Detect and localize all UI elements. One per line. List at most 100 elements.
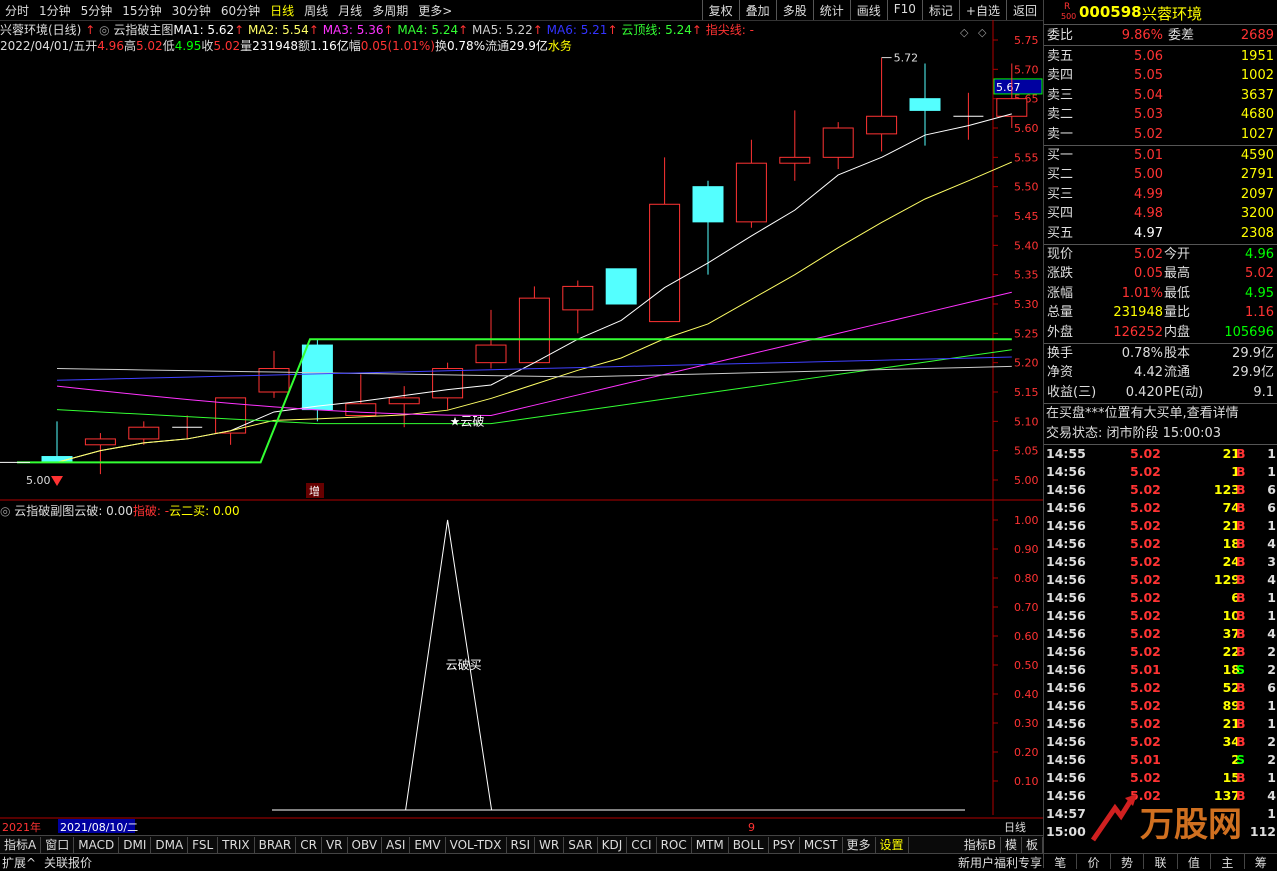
- indicator-tab-3[interactable]: DMI: [119, 836, 152, 853]
- indicator-tab-17[interactable]: KDJ: [598, 836, 628, 853]
- period-tab-0[interactable]: 分时: [0, 2, 34, 19]
- period-tab-6[interactable]: 日线: [265, 2, 299, 19]
- panel-tab-4[interactable]: 值: [1178, 854, 1212, 870]
- new-user-promo[interactable]: 新用户福利专享: [958, 854, 1042, 871]
- candle: [866, 57, 898, 152]
- indicator-tab-14[interactable]: RSI: [507, 836, 536, 853]
- y-tick-label: 5.30: [1014, 298, 1039, 311]
- related-quote-button[interactable]: 关联报价: [44, 854, 92, 871]
- tick-price: 5.02: [1130, 644, 1161, 660]
- tick-price: 5.02: [1130, 464, 1161, 480]
- tool-button-1[interactable]: 叠加: [738, 0, 776, 20]
- tool-button-2[interactable]: 多股: [775, 0, 813, 20]
- indicator-tab-18[interactable]: CCI: [627, 836, 657, 853]
- period-tab-7[interactable]: 周线: [299, 2, 333, 19]
- indicator-tab-24[interactable]: 更多: [843, 836, 876, 853]
- tick-count: 6: [1267, 482, 1276, 498]
- tool-button-3[interactable]: 统计: [812, 0, 850, 20]
- panel-tab-5[interactable]: 主: [1211, 854, 1245, 870]
- kline-chart[interactable]: 5.755.705.655.605.555.505.455.405.355.30…: [0, 20, 1043, 835]
- panel-tab-3[interactable]: 联: [1144, 854, 1178, 870]
- period-tab-4[interactable]: 30分钟: [167, 2, 216, 19]
- sub-y-tick-label: 0.20: [1014, 746, 1039, 759]
- tick-row: 14:56 5.02 129 B 4: [1046, 571, 1276, 589]
- period-tab-1[interactable]: 1分钟: [34, 2, 76, 19]
- period-tab-3[interactable]: 15分钟: [117, 2, 166, 19]
- tick-row: 14:55 5.02 21 B 1: [1046, 445, 1276, 463]
- indicator-tab-19[interactable]: ROC: [657, 836, 692, 853]
- indicator-tab-15[interactable]: WR: [535, 836, 565, 853]
- ask-row: 卖二 5.03 4680: [1044, 105, 1277, 124]
- sub-y-tick-label: 0.70: [1014, 601, 1039, 614]
- tool-button-0[interactable]: 复权: [701, 0, 739, 20]
- ask-volume: 1951: [1240, 49, 1274, 64]
- indicator-tab-25[interactable]: 设置: [876, 836, 909, 853]
- period-tab-2[interactable]: 5分钟: [76, 2, 118, 19]
- panel-tab-1[interactable]: 价: [1077, 854, 1111, 870]
- indicator-tab-20[interactable]: MTM: [692, 836, 729, 853]
- indicator-tab-2[interactable]: MACD: [74, 836, 120, 853]
- tick-row: 14:56 5.01 18 S 2: [1046, 661, 1276, 679]
- tool-button-8[interactable]: 返回: [1005, 0, 1043, 20]
- ask-row: 卖三 5.04 3637: [1044, 86, 1277, 105]
- tool-button-6[interactable]: 标记: [921, 0, 959, 20]
- indicator-tab-11[interactable]: ASI: [382, 836, 411, 853]
- tick-row: 14:56 5.02 10 B 1: [1046, 607, 1276, 625]
- bottom-right-tab-0[interactable]: 指标B: [960, 836, 1001, 853]
- panel-tab-0[interactable]: 笔: [1044, 854, 1078, 870]
- candle: [215, 397, 247, 445]
- panel-tab-6[interactable]: 筹: [1245, 854, 1277, 870]
- stat-label: 涨幅: [1047, 285, 1074, 301]
- indicator-tab-0[interactable]: 指标A: [0, 836, 42, 853]
- indicator-tab-7[interactable]: BRAR: [255, 836, 297, 853]
- stat-label: 内盘: [1164, 324, 1191, 340]
- indicator-tab-6[interactable]: TRIX: [218, 836, 255, 853]
- stat-value: 29.9亿: [1232, 346, 1274, 361]
- tick-side: B: [1236, 716, 1246, 732]
- indicator-tab-16[interactable]: SAR: [564, 836, 598, 853]
- trade-state: 交易状态: 闭市阶段 15:00:03: [1046, 426, 1222, 442]
- indicator-tab-21[interactable]: BOLL: [729, 836, 769, 853]
- indicator-tab-9[interactable]: VR: [322, 836, 348, 853]
- tick-price: 5.02: [1130, 770, 1161, 786]
- candle: [432, 362, 464, 410]
- stat-row: 外盘 126252 内盘 105696: [1044, 323, 1277, 342]
- indicator-tab-10[interactable]: OBV: [348, 836, 383, 853]
- sub-indicator-name[interactable]: 云指破副图: [14, 504, 74, 518]
- trade-state-row: 交易状态: 闭市阶段 15:00:03: [1044, 424, 1277, 443]
- tool-button-7[interactable]: +自选: [958, 0, 1006, 20]
- expand-button[interactable]: 扩展^: [2, 854, 36, 871]
- bid-price: 4.97: [1134, 225, 1163, 241]
- candle: [822, 122, 854, 170]
- settings-circle-icon[interactable]: ◎: [0, 504, 14, 518]
- tick-time: 14:56: [1046, 788, 1086, 804]
- tick-row: 14:56 5.02 37 B 4: [1046, 625, 1276, 643]
- bottom-right-tab-1[interactable]: 模: [1001, 836, 1022, 853]
- sub-y-tick-label: 0.90: [1014, 543, 1039, 556]
- tick-side: B: [1236, 572, 1246, 588]
- tool-button-5[interactable]: F10: [886, 0, 922, 20]
- bid-volume: 2097: [1240, 186, 1274, 202]
- period-tab-10[interactable]: 更多>: [413, 2, 457, 19]
- period-tab-9[interactable]: 多周期: [367, 2, 413, 19]
- indicator-tab-5[interactable]: FSL: [188, 836, 219, 853]
- tick-count: 1: [1267, 518, 1276, 534]
- indicator-tab-8[interactable]: CR: [296, 836, 322, 853]
- stat-value: 1.16: [1245, 305, 1274, 321]
- indicator-tab-12[interactable]: EMV: [410, 836, 446, 853]
- period-tab-8[interactable]: 月线: [333, 2, 367, 19]
- ask-label: 卖五: [1047, 49, 1074, 64]
- panel-tab-2[interactable]: 势: [1111, 854, 1145, 870]
- bottom-right-tab-2[interactable]: 板: [1022, 836, 1043, 853]
- period-tab-5[interactable]: 60分钟: [216, 2, 265, 19]
- tool-button-4[interactable]: 画线: [849, 0, 887, 20]
- sub-y-tick-label: 0.10: [1014, 775, 1039, 788]
- indicator-tab-22[interactable]: PSY: [769, 836, 800, 853]
- big-order-notice[interactable]: 在买盘***位置有大买单,查看详情: [1046, 404, 1239, 423]
- diamond-icon: ◇: [978, 26, 987, 39]
- stat-label: 今开: [1164, 247, 1191, 262]
- indicator-tab-13[interactable]: VOL-TDX: [446, 836, 507, 853]
- indicator-tab-1[interactable]: 窗口: [41, 836, 75, 853]
- indicator-tab-4[interactable]: DMA: [151, 836, 189, 853]
- indicator-tab-23[interactable]: MCST: [800, 836, 843, 853]
